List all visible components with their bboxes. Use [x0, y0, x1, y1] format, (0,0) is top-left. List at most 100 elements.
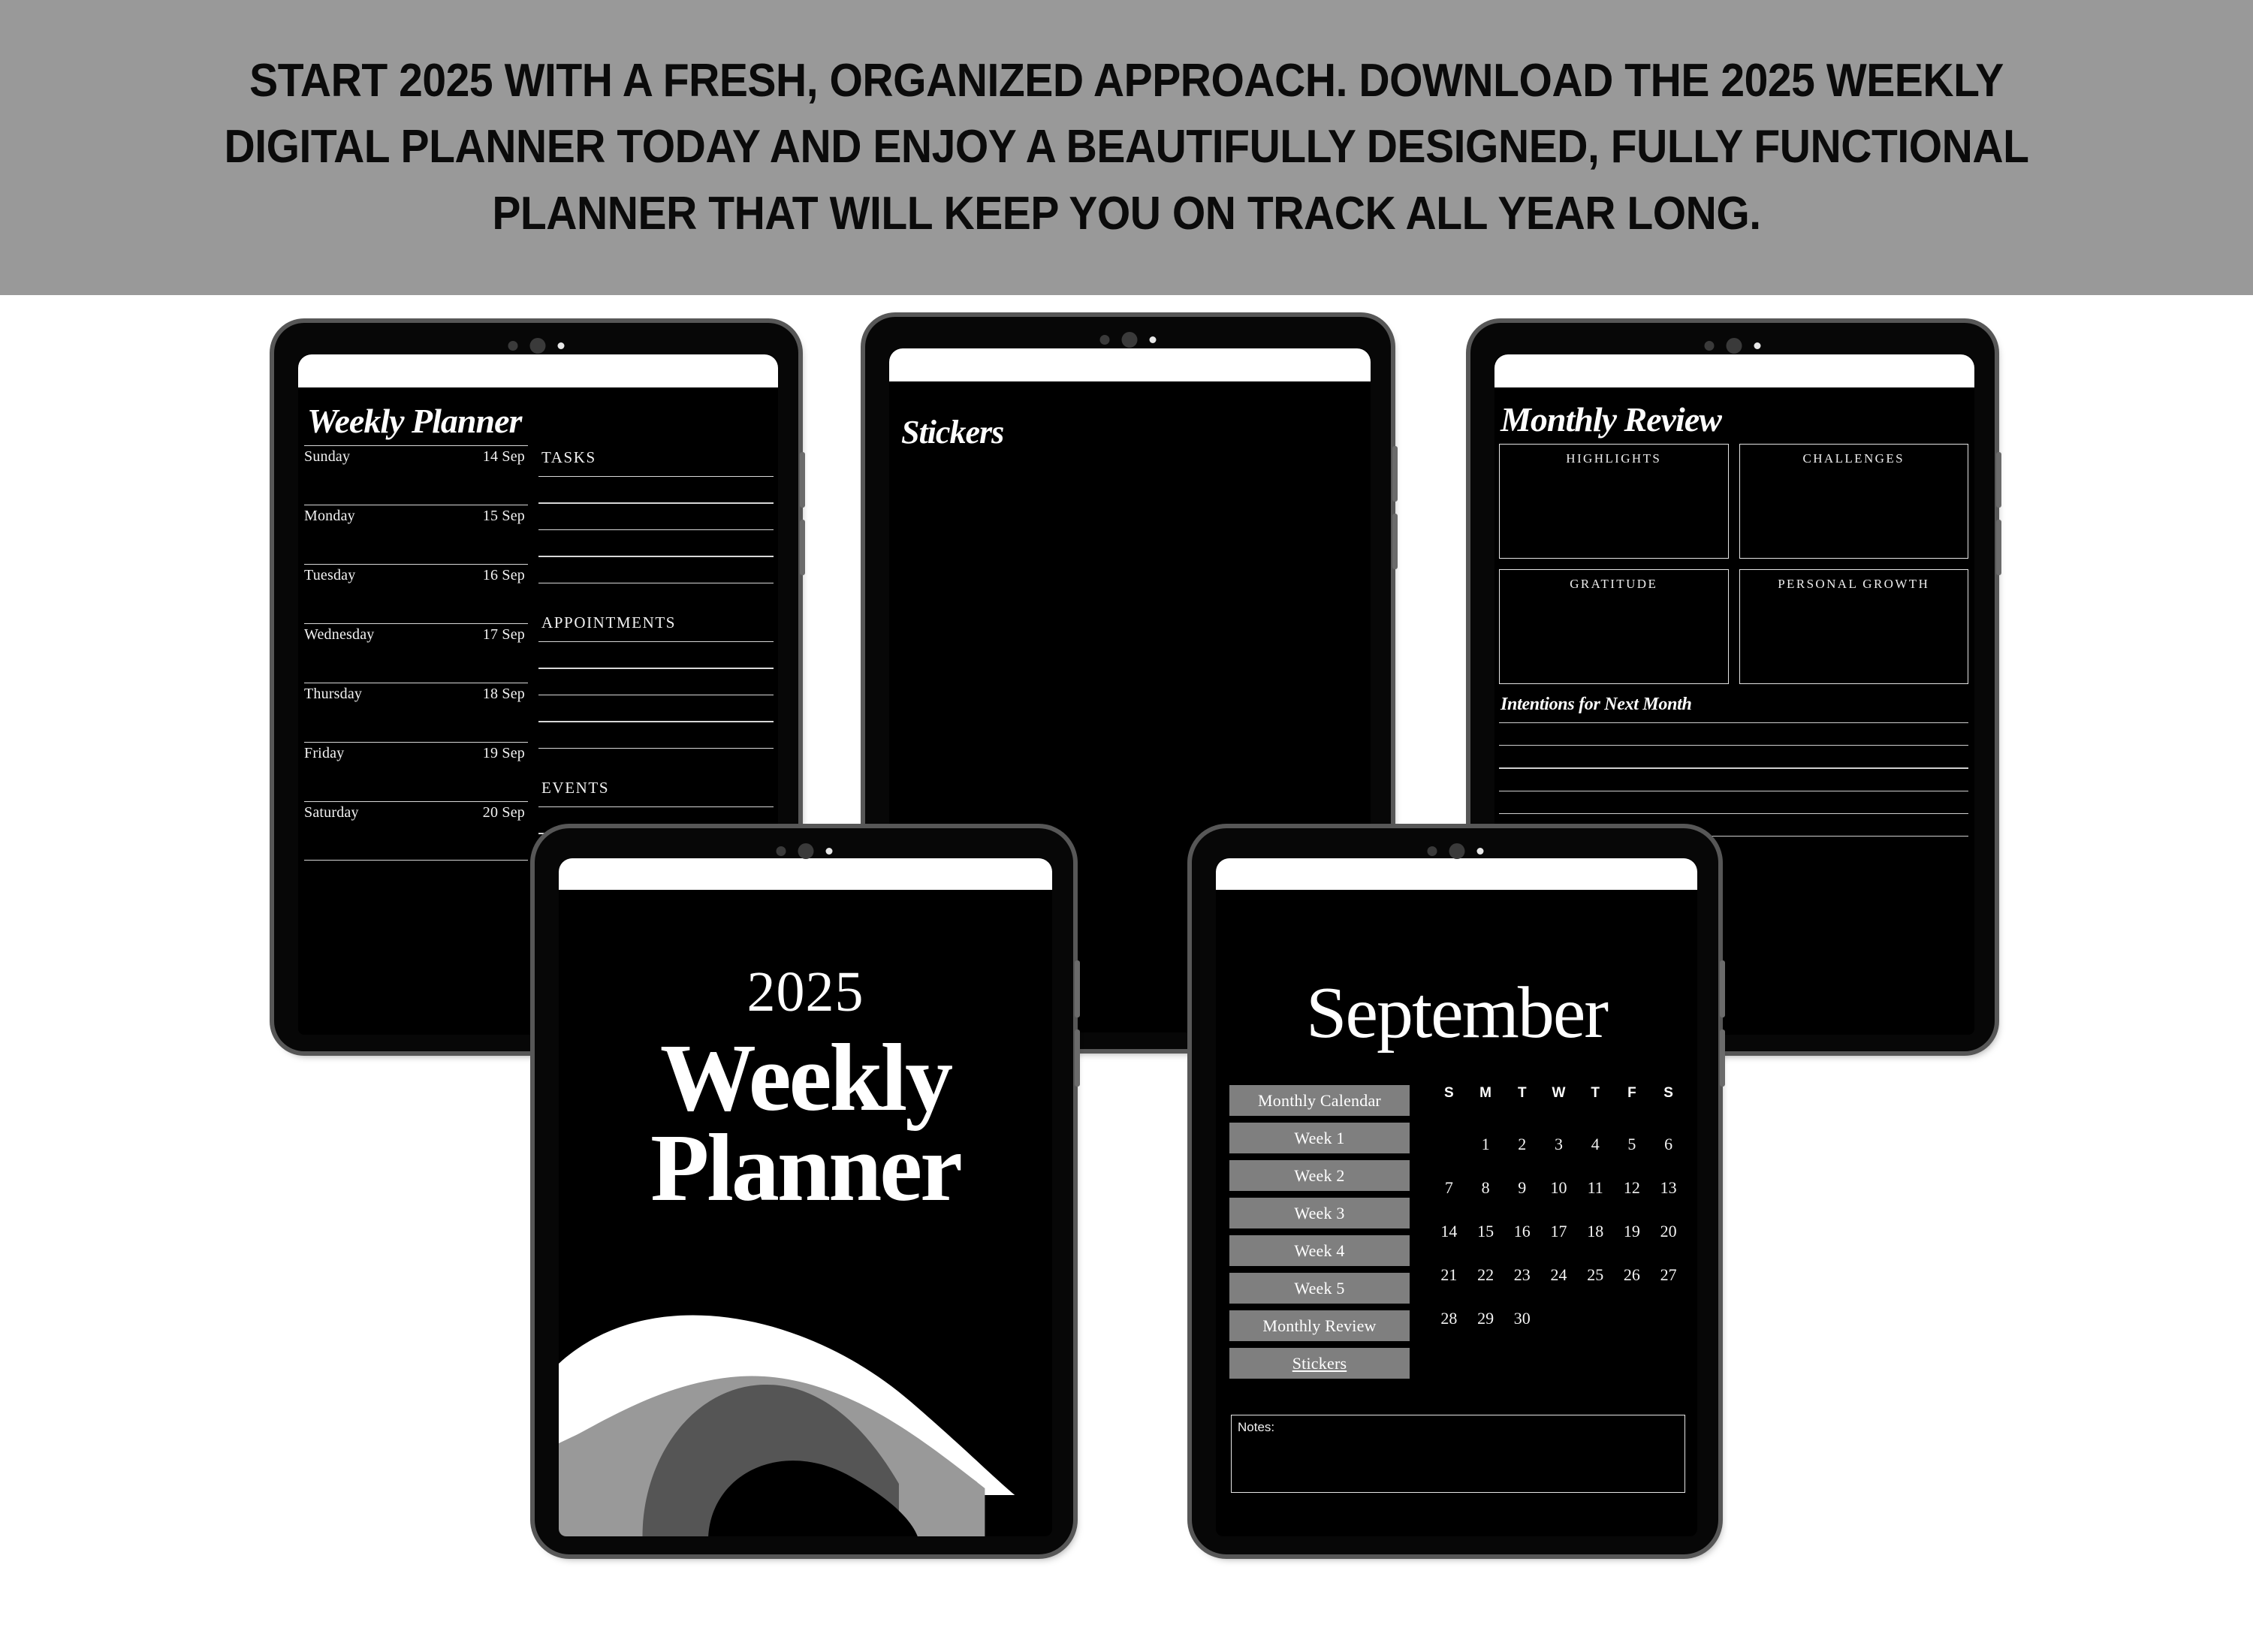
nav-button-week-4[interactable]: Week 4	[1229, 1235, 1410, 1266]
day-date: 18 Sep	[482, 686, 525, 702]
tasks-line[interactable]	[538, 476, 774, 478]
calendar-day[interactable]: 26	[1614, 1265, 1651, 1309]
review-box-personal-growth[interactable]: PERSONAL GROWTH	[1739, 569, 1968, 684]
calendar-day[interactable]: 12	[1614, 1178, 1651, 1222]
camera-lens-icon	[1449, 843, 1464, 859]
calendar-day[interactable]: 3	[1540, 1135, 1577, 1178]
notes-box[interactable]: Notes:	[1231, 1415, 1685, 1493]
review-box-label: CHALLENGES	[1802, 451, 1905, 466]
nav-button-week-5[interactable]: Week 5	[1229, 1273, 1410, 1304]
volume-up-button[interactable]	[1075, 960, 1080, 1017]
calendar-day[interactable]	[1577, 1309, 1614, 1352]
nav-button-week-2[interactable]: Week 2	[1229, 1160, 1410, 1191]
appointment-line[interactable]	[538, 641, 774, 643]
day-row[interactable]: Monday 15 Sep	[304, 505, 528, 564]
calendar-day[interactable]: 7	[1431, 1178, 1467, 1222]
calendar-day[interactable]	[1540, 1309, 1577, 1352]
calendar-day[interactable]	[1614, 1309, 1651, 1352]
nav-button-week-1[interactable]: Week 1	[1229, 1123, 1410, 1153]
calendar-day[interactable]: 15	[1467, 1222, 1504, 1265]
calendar-day[interactable]	[1431, 1135, 1467, 1178]
volume-up-button[interactable]	[1720, 960, 1725, 1017]
volume-down-button[interactable]	[1996, 520, 2001, 575]
volume-down-button[interactable]	[1720, 1029, 1725, 1087]
cover-screen[interactable]: 2025 Weekly Planner	[559, 858, 1052, 1536]
calendar-day[interactable]: 20	[1650, 1222, 1687, 1265]
calendar-day[interactable]: 13	[1650, 1178, 1687, 1222]
intentions-line[interactable]	[1499, 745, 1968, 746]
appointment-line[interactable]	[538, 721, 774, 722]
calendar-day[interactable]: 22	[1467, 1265, 1504, 1309]
screen-top-strip	[1216, 858, 1697, 890]
front-camera-cluster	[1099, 332, 1157, 348]
day-row[interactable]: Sunday 14 Sep	[304, 445, 528, 505]
calendar-day[interactable]: 8	[1467, 1178, 1504, 1222]
intentions-line[interactable]	[1499, 812, 1968, 814]
tasks-line[interactable]	[538, 502, 774, 504]
review-box-highlights[interactable]: HIGHLIGHTS	[1499, 444, 1729, 559]
indicator-light-icon	[825, 848, 832, 855]
review-box-label: HIGHLIGHTS	[1566, 451, 1662, 466]
days-column: Sunday 14 Sep Monday 15 Sep Tuesday 16 S…	[304, 445, 528, 939]
indicator-light-icon	[1476, 848, 1483, 855]
calendar-day[interactable]: 16	[1504, 1222, 1540, 1265]
day-date: 15 Sep	[482, 508, 525, 524]
calendar-day[interactable]: 30	[1504, 1309, 1540, 1352]
calendar-day[interactable]: 11	[1577, 1178, 1614, 1222]
nav-button-week-3[interactable]: Week 3	[1229, 1198, 1410, 1228]
calendar-day[interactable]: 2	[1504, 1135, 1540, 1178]
volume-down-button[interactable]	[800, 520, 805, 575]
volume-up-button[interactable]	[800, 452, 805, 508]
calendar-day[interactable]: 18	[1577, 1222, 1614, 1265]
calendar-day[interactable]: 25	[1577, 1265, 1614, 1309]
calendar-day[interactable]: 23	[1504, 1265, 1540, 1309]
day-name: Thursday	[304, 686, 363, 702]
events-heading: EVENTS	[541, 778, 610, 797]
calendar-day[interactable]: 29	[1467, 1309, 1504, 1352]
review-box-challenges[interactable]: CHALLENGES	[1739, 444, 1968, 559]
calendar-day[interactable]: 5	[1614, 1135, 1651, 1178]
calendar-day[interactable]: 19	[1614, 1222, 1651, 1265]
september-screen[interactable]: September Monthly Calendar Week 1 Week 2…	[1216, 858, 1697, 1536]
volume-down-button[interactable]	[1392, 514, 1398, 569]
event-line[interactable]	[538, 806, 774, 808]
nav-button-label: Stickers	[1292, 1353, 1347, 1373]
day-date: 16 Sep	[482, 567, 525, 583]
day-date: 14 Sep	[482, 448, 525, 465]
volume-down-button[interactable]	[1075, 1029, 1080, 1087]
nav-button-stickers[interactable]: Stickers	[1229, 1348, 1410, 1379]
review-box-gratitude[interactable]: GRATITUDE	[1499, 569, 1729, 684]
tasks-line[interactable]	[538, 529, 774, 531]
calendar-day[interactable]: 9	[1504, 1178, 1540, 1222]
calendar-day[interactable]: 27	[1650, 1265, 1687, 1309]
day-row[interactable]: Thursday 18 Sep	[304, 683, 528, 742]
review-box-label: GRATITUDE	[1570, 577, 1658, 591]
calendar-day[interactable]: 24	[1540, 1265, 1577, 1309]
intentions-line[interactable]	[1499, 722, 1968, 724]
day-row[interactable]: Wednesday 17 Sep	[304, 623, 528, 683]
appointment-line[interactable]	[538, 747, 774, 749]
tablet-september: September Monthly Calendar Week 1 Week 2…	[1192, 828, 1725, 1554]
monthly-calendar-grid: S M T W T F S 1 2 3 4 5 6 7 8 9 10 11 12…	[1423, 1085, 1687, 1379]
calendar-day[interactable]: 28	[1431, 1309, 1467, 1352]
volume-up-button[interactable]	[1996, 452, 2001, 508]
day-row[interactable]: Tuesday 16 Sep	[304, 564, 528, 623]
calendar-day[interactable]: 17	[1540, 1222, 1577, 1265]
camera-lens-icon	[798, 843, 813, 859]
day-row[interactable]: Saturday 20 Sep	[304, 801, 528, 861]
calendar-day[interactable]: 4	[1577, 1135, 1614, 1178]
nav-button-monthly-review[interactable]: Monthly Review	[1229, 1310, 1410, 1341]
day-row[interactable]: Friday 19 Sep	[304, 742, 528, 801]
calendar-day[interactable]: 10	[1540, 1178, 1577, 1222]
calendar-day[interactable]: 21	[1431, 1265, 1467, 1309]
volume-up-button[interactable]	[1392, 446, 1398, 502]
nav-button-monthly-calendar[interactable]: Monthly Calendar	[1229, 1085, 1410, 1116]
weekday-header: S	[1444, 1085, 1454, 1101]
calendar-day[interactable]	[1650, 1309, 1687, 1352]
calendar-day[interactable]: 6	[1650, 1135, 1687, 1178]
calendar-day[interactable]: 14	[1431, 1222, 1467, 1265]
weekday-header: F	[1627, 1085, 1636, 1101]
day-name: Tuesday	[304, 567, 356, 583]
calendar-day[interactable]: 1	[1467, 1135, 1504, 1178]
intentions-line[interactable]	[1499, 767, 1968, 769]
